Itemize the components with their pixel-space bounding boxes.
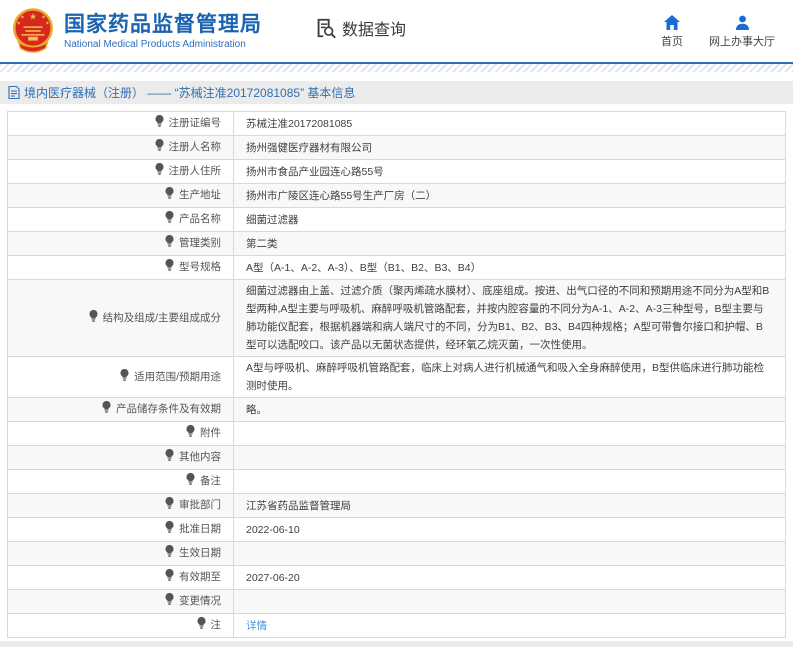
row-label: 产品名称 (179, 213, 221, 225)
table-row: 有效期至 2027-06-20 (7, 565, 786, 590)
lightbulb-icon (165, 545, 174, 563)
document-icon (8, 86, 20, 99)
row-label: 有效期至 (179, 571, 221, 583)
row-label: 其他内容 (179, 451, 221, 463)
row-label: 注册人名称 (168, 141, 222, 153)
row-label: 产品储存条件及有效期 (116, 403, 221, 415)
top-nav: 首页 网上办事大厅 (661, 15, 775, 49)
data-query-label: 数据查询 (342, 22, 407, 39)
site-header: ★ ★ ★ ★ ★ 国家药品监督管理局 National Medical Pro… (0, 0, 793, 62)
row-label: 审批部门 (179, 499, 221, 511)
data-query-section[interactable]: 数据查询 (314, 16, 406, 40)
row-label: 注 (210, 619, 222, 631)
lightbulb-icon (165, 211, 174, 229)
lightbulb-icon (165, 497, 174, 515)
table-row: 批准日期 2022-06-10 (7, 517, 786, 542)
row-value: 2022-06-10 (246, 523, 300, 536)
row-value: 略。 (246, 403, 267, 416)
table-row: 生产地址 扬州市广陵区连心路55号生产厂房（二） (7, 183, 786, 208)
table-row: 生效日期 (7, 541, 786, 566)
table-row: 结构及组成/主要组成成分 细菌过滤器由上盖、过滤介质（聚丙烯疏水膜材）、底座组成… (7, 279, 786, 357)
table-row: 产品名称 细菌过滤器 (7, 207, 786, 232)
row-value: 扬州强健医疗器材有限公司 (246, 141, 372, 154)
info-table-body: 注册证编号 苏械注准20172081085 注册人名称 扬州强健医疗器材有限公司 (7, 111, 786, 638)
home-icon (664, 15, 680, 30)
header-separator (0, 62, 793, 72)
row-label: 变更情况 (179, 595, 221, 607)
org-subtitle: National Medical Products Administration (64, 38, 246, 50)
row-value: A型（A-1、A-2、A-3）、B型（B1、B2、B3、B4） (246, 261, 482, 274)
table-row: 备注 (7, 469, 786, 494)
row-value: 扬州市广陵区连心路55号生产厂房（二） (246, 189, 437, 202)
lightbulb-icon (155, 163, 164, 181)
table-row: 型号规格 A型（A-1、A-2、A-3）、B型（B1、B2、B3、B4） (7, 255, 786, 280)
nav-service-hall[interactable]: 网上办事大厅 (709, 15, 775, 49)
svg-text:★: ★ (41, 15, 45, 21)
lightbulb-icon (186, 425, 195, 443)
table-row: 管理类别 第二类 (7, 231, 786, 256)
row-value: 苏械注准20172081085 (246, 117, 353, 130)
table-row: 变更情况 (7, 589, 786, 614)
national-emblem-icon: ★ ★ ★ ★ ★ (10, 7, 56, 55)
document-search-icon (314, 17, 336, 39)
table-row: 注册人名称 扬州强健医疗器材有限公司 (7, 135, 786, 160)
row-label: 生产地址 (179, 189, 221, 201)
nav-service-hall-label: 网上办事大厅 (709, 36, 775, 48)
registration-info-table: 注册证编号 苏械注准20172081085 注册人名称 扬州强健医疗器材有限公司 (7, 111, 786, 638)
page-title: 境内医疗器械（注册） —— “苏械注准20172081085” 基本信息 (24, 86, 356, 100)
row-value: 2027-06-20 (246, 571, 300, 584)
row-label: 结构及组成/主要组成成分 (102, 311, 221, 324)
svg-text:★: ★ (29, 12, 37, 22)
nav-home-label: 首页 (661, 36, 683, 48)
table-row: 审批部门 江苏省药品监督管理局 (7, 493, 786, 518)
row-value: 细菌过滤器 (246, 213, 299, 226)
table-row: 注册证编号 苏械注准20172081085 (7, 111, 786, 136)
row-label: 注册证编号 (168, 117, 222, 129)
row-value: A型与呼吸机、麻醉呼吸机管路配套，临床上对病人进行机械通气和吸入全身麻醉使用，B… (246, 362, 765, 392)
table-row: 适用范围/预期用途 A型与呼吸机、麻醉呼吸机管路配套，临床上对病人进行机械通气和… (7, 356, 786, 398)
lightbulb-icon (155, 115, 164, 133)
row-label: 生效日期 (179, 547, 221, 559)
registration-info-table-wrap: 注册证编号 苏械注准20172081085 注册人名称 扬州强健医疗器材有限公司 (7, 111, 786, 638)
nav-home[interactable]: 首页 (661, 15, 683, 49)
lightbulb-icon (165, 593, 174, 611)
row-value: 第二类 (246, 237, 278, 250)
svg-text:★: ★ (20, 15, 24, 21)
org-title: 国家药品监督管理局 (64, 12, 262, 36)
row-label: 附件 (200, 427, 221, 439)
row-label: 适用范围/预期用途 (134, 370, 221, 383)
lightbulb-icon (89, 309, 98, 328)
person-icon (735, 15, 750, 30)
lightbulb-icon (165, 449, 174, 467)
lightbulb-icon (165, 235, 174, 253)
table-row: 注册人住所 扬州市食品产业园连心路55号 (7, 159, 786, 184)
row-label: 备注 (200, 475, 221, 487)
lightbulb-icon (165, 569, 174, 587)
row-label: 注册人住所 (168, 165, 222, 177)
lightbulb-icon (155, 139, 164, 157)
details-link[interactable]: 详情 (246, 620, 267, 632)
table-row: 附件 (7, 421, 786, 446)
row-value: 细菌过滤器由上盖、过滤介质（聚丙烯疏水膜材）、底座组成。按进、出气口径的不同和预… (246, 285, 770, 351)
table-row: 其他内容 (7, 445, 786, 470)
breadcrumb: 境内医疗器械（注册） —— “苏械注准20172081085” 基本信息 (0, 81, 793, 104)
row-label: 批准日期 (179, 523, 221, 535)
lightbulb-icon (165, 187, 174, 205)
svg-text:★: ★ (45, 20, 49, 26)
table-row: 注 详情 (7, 613, 786, 638)
svg-text:★: ★ (16, 20, 20, 26)
lightbulb-icon (120, 368, 129, 387)
lightbulb-icon (197, 617, 206, 635)
row-value: 扬州市食品产业园连心路55号 (246, 165, 384, 178)
site-logo[interactable]: ★ ★ ★ ★ ★ 国家药品监督管理局 National Medical Pro… (10, 7, 262, 55)
footer-strip (0, 641, 793, 647)
lightbulb-icon (102, 401, 111, 419)
lightbulb-icon (186, 473, 195, 491)
row-label: 型号规格 (179, 261, 221, 273)
lightbulb-icon (165, 521, 174, 539)
row-label: 管理类别 (179, 237, 221, 249)
table-row: 产品储存条件及有效期 略。 (7, 397, 786, 422)
lightbulb-icon (165, 259, 174, 277)
row-value: 江苏省药品监督管理局 (246, 499, 351, 512)
